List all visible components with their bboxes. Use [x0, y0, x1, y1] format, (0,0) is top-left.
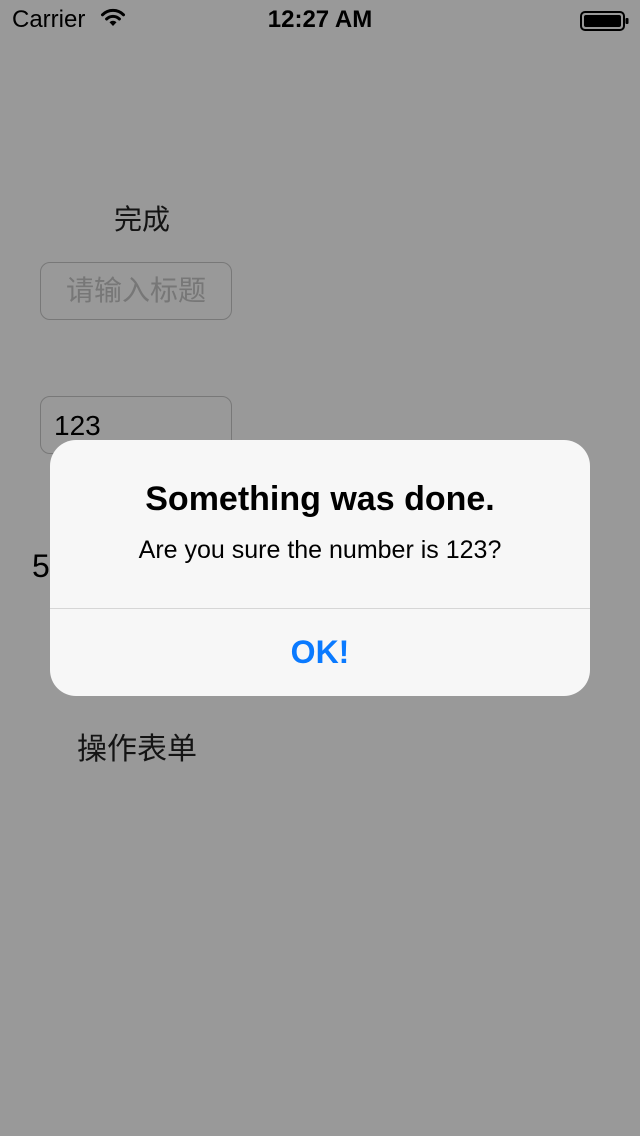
alert-dialog: Something was done. Are you sure the num… — [50, 440, 590, 696]
alert-ok-button[interactable]: OK! — [50, 609, 590, 696]
app-screen: Carrier 12:27 AM 完成 请输入标题 123 5 操作表单 Som… — [0, 0, 640, 1136]
alert-title: Something was done. — [145, 480, 495, 518]
alert-message: Are you sure the number is 123? — [138, 536, 502, 564]
